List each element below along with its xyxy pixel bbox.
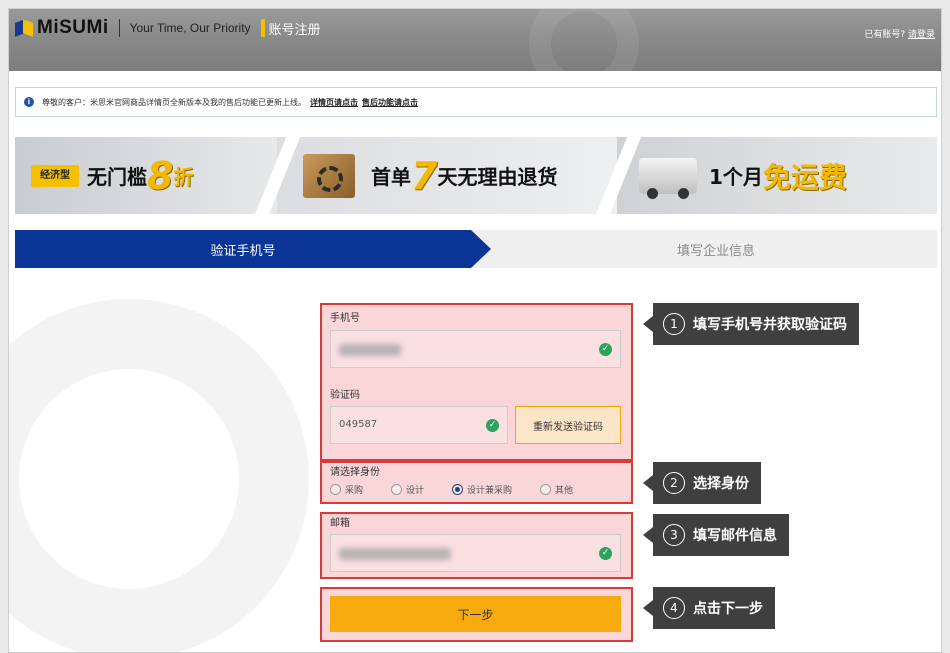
page-title: 账号注册 <box>268 22 321 38</box>
login-link[interactable]: 请登录 <box>908 30 935 40</box>
radio-design[interactable]: 设计 <box>391 483 424 496</box>
masked-phone-value <box>339 344 401 356</box>
role-radio-group: 采购 设计 设计兼采购 其他 <box>330 483 601 496</box>
divider <box>118 19 120 37</box>
notice-text: 尊敬的客户：米思米官网商品详情页全新版本及我的售后功能已更新上线。 <box>42 97 306 107</box>
radio-dot[interactable] <box>391 484 403 495</box>
radio-dot[interactable] <box>540 484 552 495</box>
radio-purchase[interactable]: 采购 <box>330 483 363 496</box>
banner-returns-text: 天无理由退货 <box>437 165 558 189</box>
banner-returns-days: 7 <box>411 153 438 198</box>
header: MiSUMi Your Time, Our Priority 账号注册 已有账号… <box>9 9 941 99</box>
gear-decoration <box>9 299 309 652</box>
banner-text-discount: 无门槛 <box>87 165 147 189</box>
callout-text: 填写手机号并获取验证码 <box>693 317 847 333</box>
logo-icon <box>15 19 33 37</box>
resend-code-button[interactable]: 重新发送验证码 <box>515 406 621 444</box>
code-label: 验证码 <box>330 390 360 401</box>
brand-name: MiSUMi <box>37 17 109 38</box>
callout-text: 点击下一步 <box>693 601 763 617</box>
title-accent-bar <box>260 19 265 37</box>
radio-dot-selected[interactable] <box>452 484 464 495</box>
email-label: 邮箱 <box>330 518 350 529</box>
notice-link-aftersales[interactable]: 售后功能请点击 <box>362 97 418 108</box>
banner-discount-number: 8 <box>147 153 174 198</box>
step-verify-phone: 验证手机号 <box>15 230 471 268</box>
notice-link-details[interactable]: 详情页请点击 <box>310 97 358 108</box>
radio-dot[interactable] <box>330 484 341 495</box>
radio-label: 设计 <box>406 486 425 496</box>
callout-text: 填写邮件信息 <box>693 528 777 544</box>
banner-free-shipping: 免运费 <box>762 160 847 194</box>
radio-label: 其他 <box>555 486 574 496</box>
step-company-info: 填写企业信息 <box>676 243 755 259</box>
radio-other[interactable]: 其他 <box>540 483 573 496</box>
radio-design-and-purchase[interactable]: 设计兼采购 <box>452 483 512 496</box>
progress-steps: 验证手机号 填写企业信息 <box>15 230 937 268</box>
step-number: 1 <box>663 313 685 335</box>
banner-segment-shipping: 1个月 免运费 <box>617 137 937 214</box>
economy-badge: 经济型 <box>31 164 79 187</box>
check-icon: ✓ <box>599 343 612 356</box>
step-number: 2 <box>663 472 685 494</box>
masked-email-value <box>339 548 451 560</box>
callout-step-2: 2 选择身份 <box>643 462 761 504</box>
code-value: 049587 <box>339 419 378 430</box>
brand-logo[interactable]: MiSUMi Your Time, Our Priority 账号注册 <box>15 17 321 39</box>
banner-returns-prefix: 首单 <box>371 165 411 189</box>
boxes-icon <box>303 153 355 198</box>
login-prompt: 已有账号? 请登录 <box>864 27 935 40</box>
step-number: 3 <box>663 524 685 546</box>
truck-icon <box>639 157 697 199</box>
login-prompt-text: 已有账号? <box>864 30 906 40</box>
email-input[interactable]: ✓ <box>330 534 621 572</box>
registration-window: MiSUMi Your Time, Our Priority 账号注册 已有账号… <box>8 8 942 653</box>
phone-input[interactable]: ✓ <box>330 330 621 368</box>
step-number: 4 <box>663 597 685 619</box>
radio-label: 设计兼采购 <box>467 486 513 496</box>
radio-label: 采购 <box>345 486 364 496</box>
slogan: Your Time, Our Priority <box>129 21 251 35</box>
callout-step-1: 1 填写手机号并获取验证码 <box>643 303 859 345</box>
banner-segment-discount: 经济型 无门槛 8 折 <box>15 137 277 214</box>
role-label: 请选择身份 <box>330 467 380 478</box>
check-icon: ✓ <box>486 419 499 432</box>
step-arrow <box>471 230 491 268</box>
code-input[interactable]: 049587 ✓ <box>330 406 508 444</box>
callout-step-3: 3 填写邮件信息 <box>643 514 789 556</box>
next-step-button[interactable]: 下一步 <box>330 596 621 632</box>
banner-segment-returns: 首单 7 天无理由退货 <box>277 137 617 214</box>
phone-label: 手机号 <box>330 313 360 324</box>
notice-bar: i 尊敬的客户：米思米官网商品详情页全新版本及我的售后功能已更新上线。 详情页请… <box>15 87 937 117</box>
gear-decoration <box>529 9 639 99</box>
callout-text: 选择身份 <box>693 476 749 492</box>
banner-discount-suffix: 折 <box>173 165 194 189</box>
promo-banner[interactable]: 经济型 无门槛 8 折 首单 7 天无理由退货 1个月 免运费 <box>15 137 937 214</box>
check-icon: ✓ <box>599 547 612 560</box>
banner-shipping-prefix: 1个月 <box>709 165 763 189</box>
info-icon: i <box>24 97 34 107</box>
callout-step-4: 4 点击下一步 <box>643 587 775 629</box>
